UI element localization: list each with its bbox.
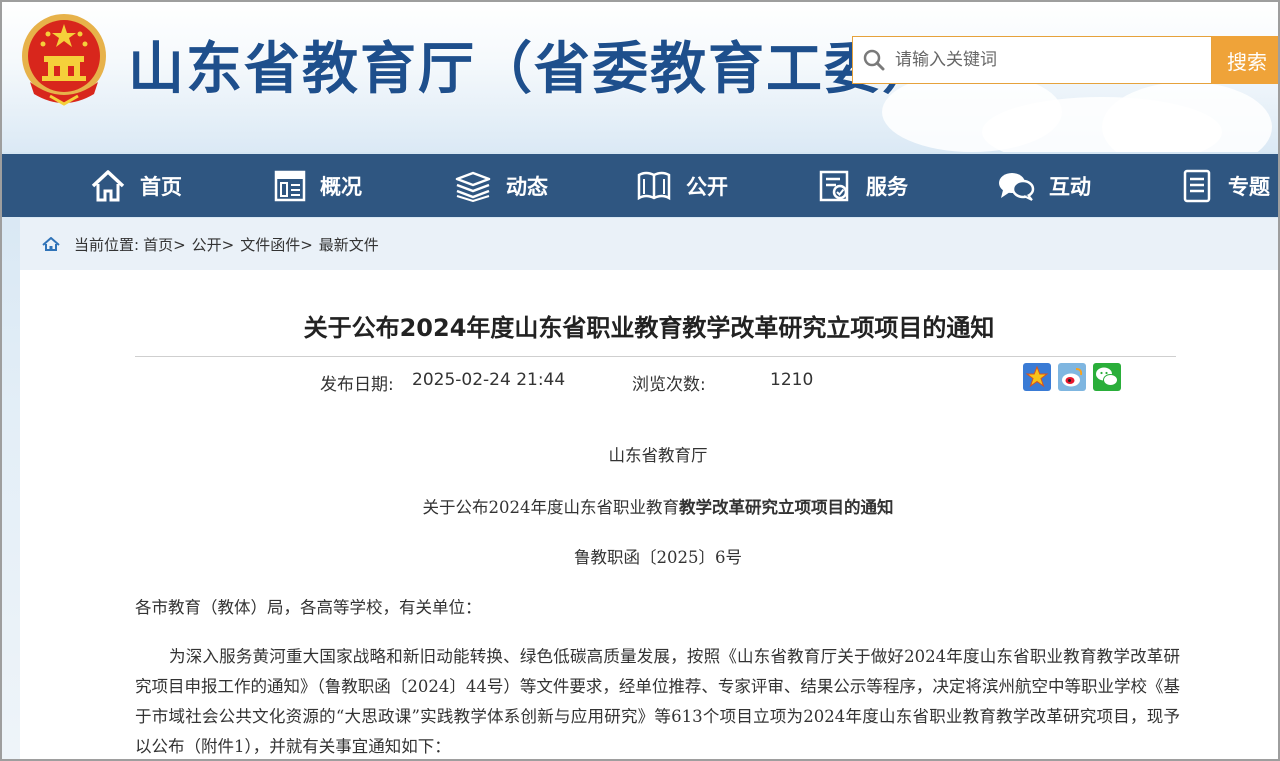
site-header: 山东省教育厅（省委教育工委） 搜索 — [2, 2, 1278, 152]
nav-label: 互动 — [1049, 174, 1091, 199]
search-icon — [853, 37, 895, 83]
decorative-cloud — [1102, 82, 1272, 152]
nav-item-news[interactable]: 动态 — [454, 154, 548, 217]
nav-item-topics[interactable]: 专题 — [1182, 154, 1270, 217]
search-button[interactable]: 搜索 — [1212, 36, 1278, 84]
news-stack-icon — [455, 171, 491, 202]
overview-icon — [274, 170, 306, 201]
views-label: 浏览次数: — [632, 375, 706, 395]
article-container: 关于公布2024年度山东省职业教育教学改革研究立项项目的通知 发布日期: 202… — [20, 270, 1278, 759]
title-divider — [135, 356, 1176, 357]
document-title-part1: 关于公布2024年度山东省职业教育 — [422, 498, 680, 517]
nav-label: 服务 — [866, 174, 908, 199]
nav-item-service[interactable]: 服务 — [818, 154, 908, 217]
document-title: 关于公布2024年度山东省职业教育教学改革研究立项项目的通知 — [20, 494, 1278, 518]
favorite-star-icon[interactable] — [1023, 363, 1051, 391]
document-number: 鲁教职函〔2025〕6号 — [574, 548, 742, 567]
breadcrumb: 当前位置: 首页> 公开> 文件函件> 最新文件 — [20, 218, 1278, 270]
service-form-icon — [819, 170, 849, 201]
issuer: 山东省教育厅 — [608, 446, 708, 465]
nav-label: 动态 — [506, 174, 548, 199]
page-frame: 山东省教育厅（省委教育工委） 搜索 首页 — [0, 0, 1280, 761]
salutation: 各市教育（教体）局，各高等学校，有关单位： — [135, 598, 482, 617]
nav-item-home[interactable]: 首页 — [90, 154, 182, 217]
main-nav: 首页 概况 动态 公开 服务 互动 专题 — [2, 154, 1278, 217]
nav-item-public[interactable]: 公开 — [636, 154, 728, 217]
publish-date: 2025-02-24 21:44 — [412, 370, 566, 390]
breadcrumb-link-home[interactable]: 首页> — [143, 234, 186, 255]
article-title: 关于公布2024年度山东省职业教育教学改革研究立项项目的通知 — [303, 314, 995, 342]
publish-date-label: 发布日期: — [320, 375, 394, 395]
breadcrumb-prefix: 当前位置: — [74, 235, 140, 254]
nav-label: 首页 — [140, 174, 182, 199]
document-icon — [1183, 169, 1211, 202]
nav-label: 概况 — [320, 174, 362, 199]
open-book-icon — [637, 171, 671, 200]
breadcrumb-current[interactable]: 最新文件 — [319, 234, 379, 255]
document-title-part2: 教学改革研究立项项目的通知 — [679, 498, 894, 517]
national-emblem-icon — [22, 14, 106, 106]
nav-item-interaction[interactable]: 互动 — [997, 154, 1091, 217]
breadcrumb-link-documents[interactable]: 文件函件> — [240, 234, 313, 255]
breadcrumb-link-public[interactable]: 公开> — [192, 234, 235, 255]
home-icon — [42, 237, 60, 251]
wechat-icon[interactable] — [1093, 363, 1121, 391]
nav-item-overview[interactable]: 概况 — [274, 154, 362, 217]
paragraph-1: 为深入服务黄河重大国家战略和新旧动能转换、绿色低碳高质量发展，按照《山东省教育厅… — [135, 647, 1180, 756]
views-count: 1210 — [770, 370, 814, 390]
weibo-icon[interactable] — [1058, 363, 1086, 391]
chat-bubbles-icon — [999, 172, 1035, 201]
nav-label: 专题 — [1228, 174, 1270, 199]
search-box — [852, 36, 1212, 84]
search-input[interactable] — [895, 40, 1195, 80]
home-icon — [91, 169, 125, 201]
site-title: 山东省教育厅（省委教育工委） — [128, 37, 940, 102]
nav-label: 公开 — [686, 174, 728, 199]
